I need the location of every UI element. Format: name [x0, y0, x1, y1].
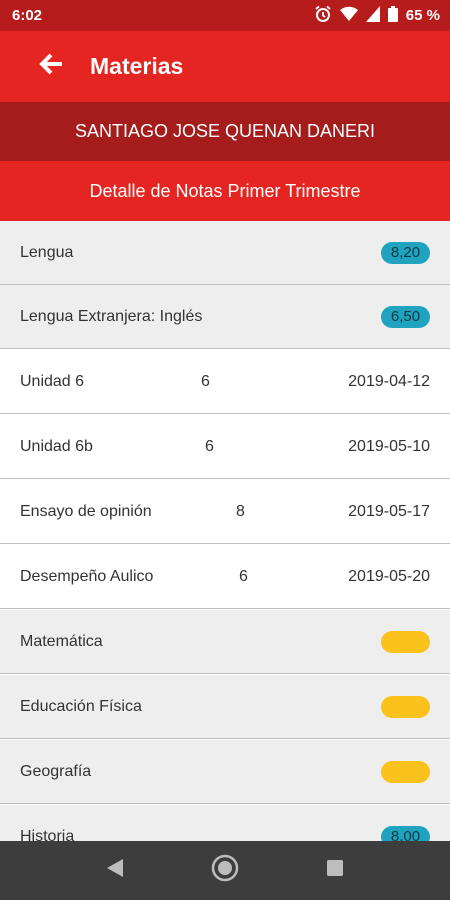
subject-label: Matemática — [20, 633, 103, 650]
nav-back-button[interactable] — [95, 851, 135, 891]
grade-row: Unidad 6b 6 2019-05-10 — [0, 415, 450, 479]
assessment-label: Desempeño Aulico — [20, 568, 154, 585]
subject-label: Educación Física — [20, 698, 142, 715]
assessment-score: 6 — [201, 373, 210, 390]
grade-badge: 8,00 — [381, 826, 430, 841]
circle-home-icon — [211, 854, 239, 887]
subject-row-ingles[interactable]: Lengua Extranjera: Inglés 6,50 — [0, 285, 450, 349]
grade-badge: 6,50 — [381, 306, 430, 328]
wifi-icon — [339, 6, 358, 26]
signal-icon — [365, 5, 380, 26]
app-bar: Materias — [0, 31, 450, 102]
assessment-date: 2019-04-12 — [348, 373, 430, 390]
assessment-label: Unidad 6 — [20, 373, 85, 390]
battery-icon — [387, 5, 398, 26]
page-title: Materias — [90, 53, 184, 79]
subject-label: Historia — [20, 828, 75, 841]
assessment-score: 6 — [239, 568, 248, 585]
student-name: SANTIAGO JOSE QUENAN DANERI — [0, 102, 450, 161]
square-recents-icon — [326, 859, 344, 882]
battery-percent: 65 % — [405, 7, 440, 24]
assessment-date: 2019-05-10 — [348, 438, 430, 455]
status-time: 6:02 — [12, 7, 43, 24]
grade-row: Unidad 6 6 2019-04-12 — [0, 350, 450, 414]
subject-label: Geografía — [20, 763, 92, 780]
assessment-score: 6 — [205, 438, 214, 455]
system-nav-bar — [0, 841, 450, 900]
term-title: Detalle de Notas Primer Trimestre — [0, 161, 450, 221]
status-icons: 65 % — [314, 5, 440, 27]
subject-row-educacion-fisica[interactable]: Educación Física — [0, 675, 450, 739]
subject-label: Lengua Extranjera: Inglés — [20, 308, 203, 325]
assessment-score: 8 — [236, 503, 245, 520]
grade-row: Ensayo de opinión 8 2019-05-17 — [0, 480, 450, 544]
assessment-date: 2019-05-20 — [348, 568, 430, 585]
triangle-back-icon — [106, 858, 124, 883]
subject-row-lengua[interactable]: Lengua 8,20 — [0, 221, 450, 285]
grade-badge — [381, 761, 430, 783]
assessment-date: 2019-05-17 — [348, 503, 430, 520]
alarm-icon — [314, 5, 332, 27]
grade-badge — [381, 696, 430, 718]
subjects-list: Lengua 8,20 Lengua Extranjera: Inglés 6,… — [0, 221, 450, 841]
subject-row-historia[interactable]: Historia 8,00 — [0, 805, 450, 841]
grade-row: Desempeño Aulico 6 2019-05-20 — [0, 545, 450, 609]
nav-recents-button[interactable] — [315, 851, 355, 891]
subject-row-matematica[interactable]: Matemática — [0, 610, 450, 674]
grade-badge: 8,20 — [381, 242, 430, 264]
assessment-label: Unidad 6b — [20, 438, 93, 455]
status-bar: 6:02 65 % — [0, 0, 450, 31]
grade-badge — [381, 631, 430, 653]
back-button[interactable] — [22, 38, 80, 96]
arrow-left-icon — [38, 51, 64, 82]
nav-home-button[interactable] — [205, 851, 245, 891]
subject-row-geografia[interactable]: Geografía — [0, 740, 450, 804]
subject-label: Lengua — [20, 244, 74, 261]
assessment-label: Ensayo de opinión — [20, 503, 152, 520]
